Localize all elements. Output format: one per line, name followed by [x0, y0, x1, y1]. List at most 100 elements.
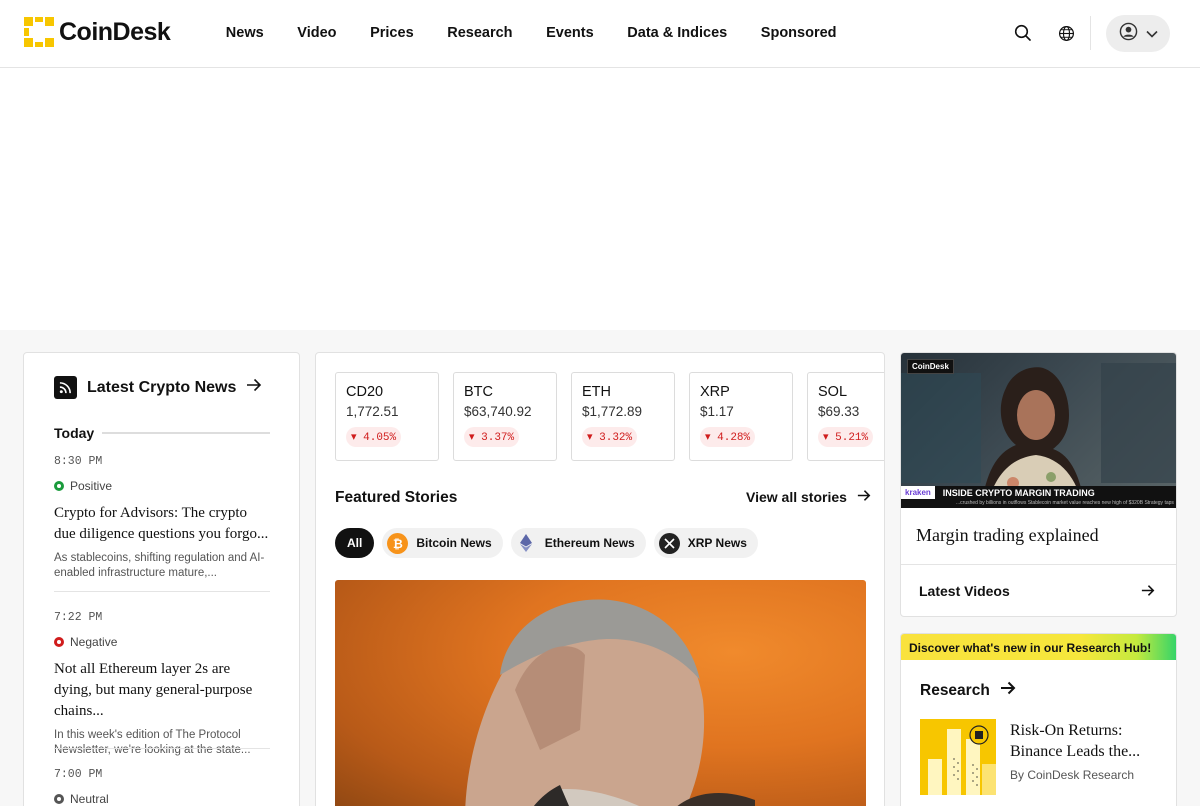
story-filter-pills: All ₿ Bitcoin News Ethereum News XRP New…: [335, 528, 758, 558]
news-item[interactable]: 8:30 PM Positive Crypto for Advisors: Th…: [54, 455, 270, 581]
ticker-card-sol[interactable]: SOL $69.33 ▾ 5.21%: [807, 372, 884, 461]
nav-events[interactable]: Events: [529, 25, 610, 41]
ticker-card-cd20[interactable]: CD20 1,772.51 ▾ 4.05%: [335, 372, 439, 461]
user-icon: [1119, 22, 1138, 46]
rss-icon: [54, 376, 77, 399]
filter-xrp-news[interactable]: XRP News: [653, 528, 758, 558]
nav-video[interactable]: Video: [280, 25, 353, 41]
arrow-right-icon: [857, 489, 871, 505]
news-time: 8:30 PM: [54, 455, 103, 468]
globe-icon[interactable]: [1055, 22, 1077, 44]
latest-videos-link[interactable]: Latest Videos: [919, 583, 1010, 599]
bitcoin-icon: ₿: [387, 532, 409, 554]
video-title[interactable]: Margin trading explained: [916, 525, 1099, 546]
svg-text:₿: ₿: [393, 537, 403, 550]
news-item[interactable]: 7:00 PM Neutral: [54, 768, 270, 806]
news-time: 7:00 PM: [54, 768, 103, 781]
research-title: Research: [920, 681, 990, 699]
divider: [54, 748, 270, 749]
divider: [901, 564, 1176, 565]
ticker-change: ▾ 3.37%: [464, 427, 520, 447]
header-divider: [1090, 16, 1091, 50]
ticker-symbol: CD20: [346, 384, 384, 400]
down-caret-icon: ▾: [351, 432, 364, 444]
latest-news-title: Latest Crypto News: [87, 378, 237, 396]
featured-story-image[interactable]: [335, 580, 866, 806]
ticker-change-value: 3.32%: [599, 432, 633, 444]
research-card: Discover what's new in our Research Hub!…: [900, 633, 1177, 806]
ticker-change-value: 4.05%: [363, 432, 397, 444]
filter-label: Ethereum News: [544, 536, 635, 550]
search-icon[interactable]: [1012, 22, 1034, 44]
filter-label: Bitcoin News: [416, 536, 492, 550]
nav-sponsored[interactable]: Sponsored: [744, 25, 853, 41]
research-thumbnail[interactable]: [920, 719, 996, 795]
ticker-price: $69.33: [818, 404, 860, 419]
ticker-change-value: 5.21%: [835, 432, 869, 444]
research-hub-banner-text: Discover what's new in our Research Hub!: [909, 641, 1152, 655]
divider: [54, 591, 270, 592]
latest-news-panel: Latest Crypto News Today 8:30 PM Positiv…: [23, 352, 300, 806]
account-menu-button[interactable]: [1106, 15, 1170, 52]
nav-news[interactable]: News: [209, 25, 280, 41]
research-link[interactable]: Research: [920, 681, 1016, 700]
video-card: CoinDesk kraken INSIDE CRYPTO MARGIN TRA…: [900, 352, 1177, 617]
latest-news-header[interactable]: Latest Crypto News: [54, 376, 262, 399]
video-news-crawl: ...crushed by billions in outflows Stabl…: [956, 500, 1174, 506]
filter-all[interactable]: All: [335, 528, 375, 558]
site-header: CoinDesk News Video Prices Research Even…: [0, 0, 1200, 68]
video-thumbnail[interactable]: CoinDesk kraken INSIDE CRYPTO MARGIN TRA…: [901, 353, 1176, 508]
video-banner-text: INSIDE CRYPTO MARGIN TRADING: [942, 487, 1095, 498]
down-caret-icon: ▾: [823, 432, 836, 444]
ticker-symbol: BTC: [464, 384, 493, 400]
news-headline[interactable]: Crypto for Advisors: The crypto due dili…: [54, 503, 270, 545]
filter-ethereum-news[interactable]: Ethereum News: [510, 528, 646, 558]
ticker-card-btc[interactable]: BTC $63,740.92 ▾ 3.37%: [453, 372, 557, 461]
divider: [102, 432, 270, 434]
down-caret-icon: ▾: [469, 432, 482, 444]
sentiment-badge: Positive: [54, 479, 270, 493]
day-separator: Today: [54, 425, 270, 441]
ticker-change-value: 4.28%: [717, 432, 751, 444]
nav-research[interactable]: Research: [430, 25, 529, 41]
ticker-change-value: 3.37%: [481, 432, 515, 444]
logo-text: CoinDesk: [59, 17, 171, 46]
nav-prices[interactable]: Prices: [353, 25, 430, 41]
ticker-change: ▾ 3.32%: [582, 427, 638, 447]
ticker-price: 1,772.51: [346, 404, 399, 419]
research-hub-banner[interactable]: Discover what's new in our Research Hub!: [901, 634, 1176, 660]
view-all-label: View all stories: [746, 489, 847, 505]
featured-panel: CD20 1,772.51 ▾ 4.05% BTC $63,740.92 ▾ 3…: [315, 352, 885, 806]
ticker-card-eth[interactable]: ETH $1,772.89 ▾ 3.32%: [571, 372, 675, 461]
sentiment-label: Positive: [70, 479, 113, 493]
research-headline[interactable]: Risk-On Returns: Binance Leads the...: [1010, 720, 1160, 762]
news-item[interactable]: 7:22 PM Negative Not all Ethereum layer …: [54, 611, 270, 758]
news-time: 7:22 PM: [54, 611, 103, 624]
ticker-change: ▾ 4.05%: [346, 427, 402, 447]
coindesk-logo[interactable]: CoinDesk: [24, 17, 171, 47]
news-headline[interactable]: Not all Ethereum layer 2s are dying, but…: [54, 659, 270, 722]
featured-stories-title: Featured Stories: [335, 489, 458, 506]
ad-placeholder: [0, 68, 1200, 330]
news-summary: As stablecoins, shifting regulation and …: [54, 552, 265, 579]
sentiment-badge: Negative: [54, 635, 270, 649]
ticker-card-xrp[interactable]: XRP $1.17 ▾ 4.28%: [689, 372, 793, 461]
chevron-down-icon: [1145, 25, 1158, 43]
sentiment-label: Negative: [70, 635, 118, 649]
filter-bitcoin-news[interactable]: ₿ Bitcoin News: [382, 528, 503, 558]
ticker-change: ▾ 5.21%: [818, 427, 874, 447]
arrow-right-icon: [246, 378, 262, 397]
down-caret-icon: ▾: [705, 432, 718, 444]
xrp-icon: [658, 532, 680, 554]
ethereum-icon: [516, 533, 537, 554]
sentiment-badge: Neutral: [54, 792, 270, 806]
ticker-symbol: XRP: [700, 384, 730, 400]
view-all-stories-link[interactable]: View all stories: [746, 489, 871, 505]
ticker-symbol: ETH: [582, 384, 611, 400]
nav-data-indices[interactable]: Data & Indices: [610, 25, 744, 41]
arrow-right-icon[interactable]: [1141, 584, 1155, 602]
price-ticker-strip: CD20 1,772.51 ▾ 4.05% BTC $63,740.92 ▾ 3…: [335, 372, 884, 462]
filter-label: All: [347, 536, 363, 550]
filter-label: XRP News: [687, 536, 747, 550]
ticker-price: $1.17: [700, 404, 734, 419]
